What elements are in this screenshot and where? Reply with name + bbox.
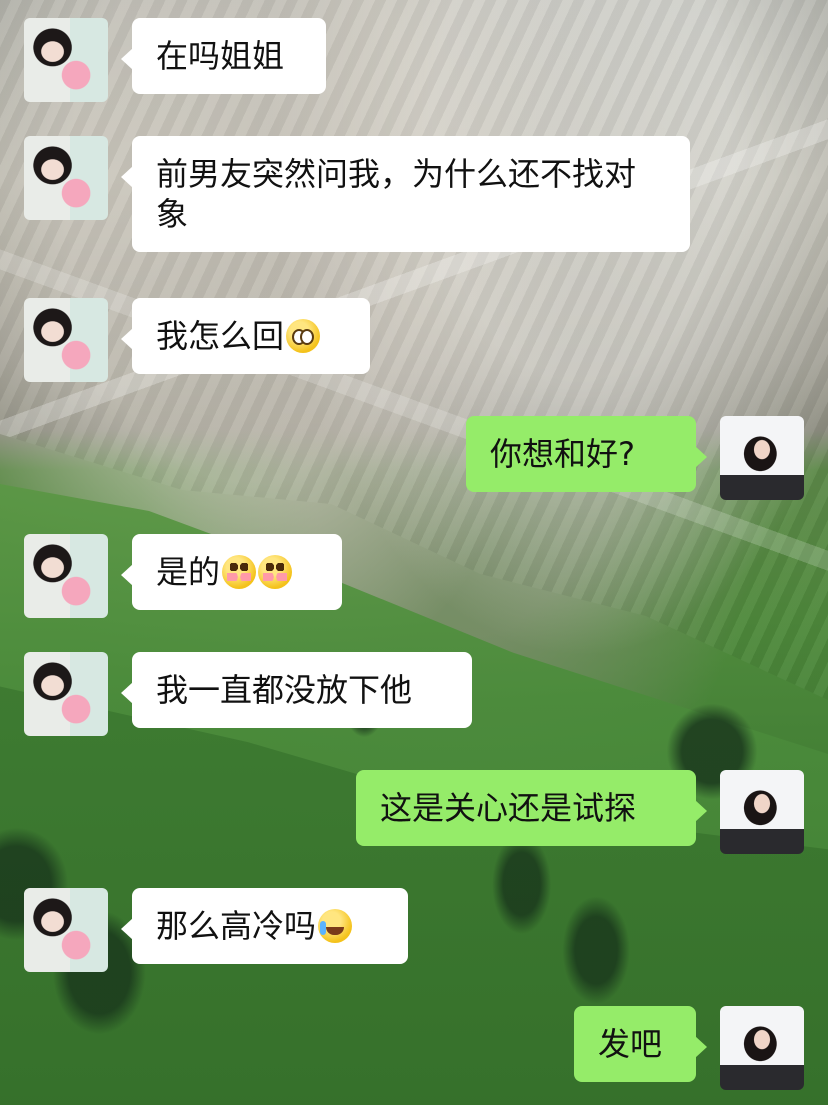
message-text: 发吧 bbox=[598, 1025, 663, 1063]
message-text: 是的 bbox=[156, 553, 221, 591]
message-text: 你想和好? bbox=[490, 435, 635, 473]
incoming-message-bubble[interactable]: 我怎么回 bbox=[121, 298, 370, 374]
message-text: 我怎么回 bbox=[156, 317, 285, 355]
incoming-message-bubble[interactable]: 我一直都没放下他 bbox=[121, 652, 472, 728]
pleading-face-emoji bbox=[286, 319, 321, 353]
flushed-face-emoji bbox=[222, 555, 257, 589]
incoming-message-bubble[interactable]: 在吗姐姐 bbox=[121, 18, 326, 94]
message-text: 在吗姐姐 bbox=[156, 37, 285, 75]
outgoing-message-bubble[interactable]: 这是关心还是试探 bbox=[356, 770, 707, 846]
flushed-face-emoji bbox=[258, 555, 293, 589]
message-text: 前男友突然问我，为什么还不找对象 bbox=[156, 155, 637, 233]
contact-avatar[interactable] bbox=[24, 18, 108, 102]
message-text: 那么高冷吗 bbox=[156, 907, 317, 945]
message-text: 我一直都没放下他 bbox=[156, 671, 413, 709]
contact-avatar[interactable] bbox=[24, 888, 108, 972]
incoming-message-bubble[interactable]: 那么高冷吗 bbox=[121, 888, 408, 964]
incoming-message-bubble[interactable]: 是的 bbox=[121, 534, 342, 610]
message-text: 这是关心还是试探 bbox=[380, 789, 637, 827]
incoming-message-bubble[interactable]: 前男友突然问我，为什么还不找对象 bbox=[121, 136, 690, 252]
outgoing-message-bubble[interactable]: 发吧 bbox=[574, 1006, 707, 1082]
user-avatar[interactable] bbox=[720, 770, 804, 854]
crying-face-emoji bbox=[318, 909, 353, 943]
user-avatar[interactable] bbox=[720, 1006, 804, 1090]
contact-avatar[interactable] bbox=[24, 298, 108, 382]
outgoing-message-bubble[interactable]: 你想和好? bbox=[466, 416, 707, 492]
contact-avatar[interactable] bbox=[24, 652, 108, 736]
user-avatar[interactable] bbox=[720, 416, 804, 500]
contact-avatar[interactable] bbox=[24, 136, 108, 220]
contact-avatar[interactable] bbox=[24, 534, 108, 618]
